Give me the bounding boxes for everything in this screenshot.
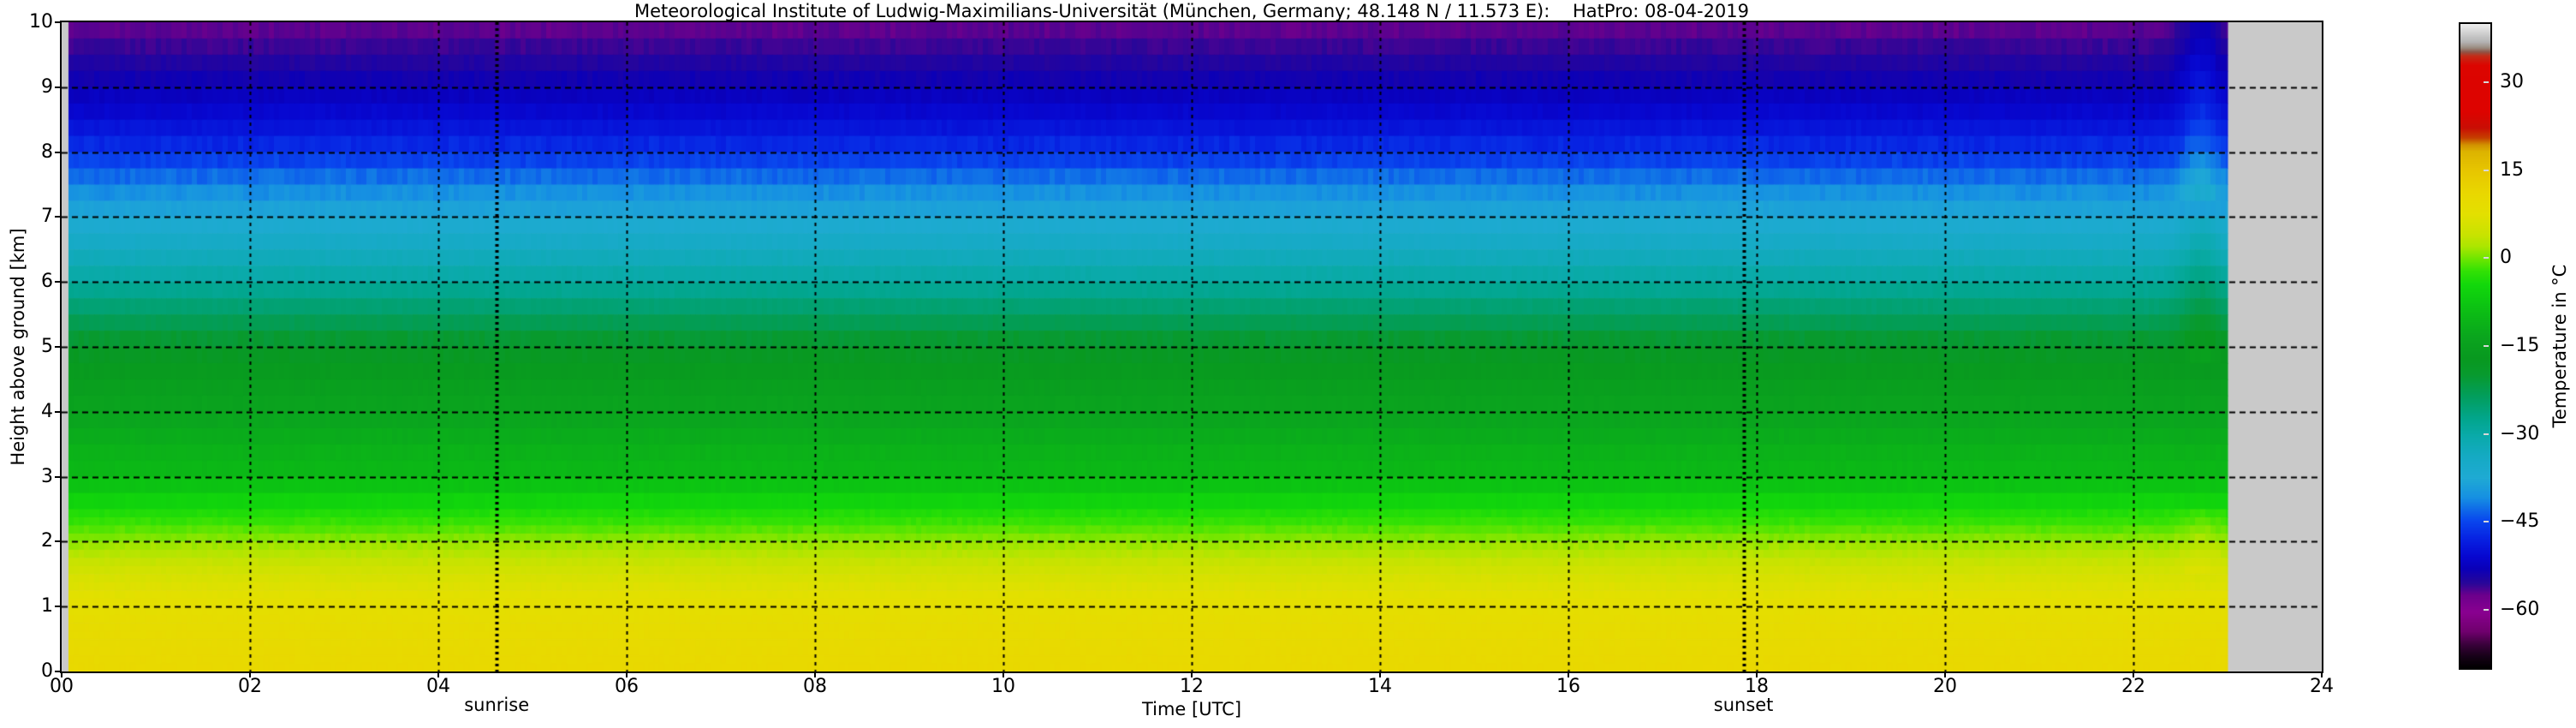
colorbar-tick-label: −45	[2500, 511, 2576, 532]
x-tick-label: 10	[973, 677, 1033, 697]
colorbar-tick-mark	[2484, 521, 2489, 522]
y-tick-label: 6	[0, 272, 53, 292]
y-tick-mark	[55, 87, 61, 88]
plot-area	[60, 21, 2323, 673]
colorbar-tick-mark	[2484, 81, 2489, 83]
colorbar-tick-mark	[2484, 257, 2489, 259]
colorbar-tick-label: 15	[2500, 160, 2576, 181]
colorbar-tick-label: 30	[2500, 72, 2576, 92]
x-axis-label: Time [UTC]	[62, 699, 2322, 719]
colorbar-tick-mark	[2484, 433, 2489, 435]
sunrise-annotation: sunrise	[428, 695, 565, 715]
y-tick-label: 2	[0, 531, 53, 552]
y-tick-label: 10	[0, 12, 53, 33]
y-tick-label: 7	[0, 206, 53, 227]
colorbar-tick-label: −60	[2500, 600, 2576, 620]
colorbar-tick-label: 0	[2500, 248, 2576, 268]
x-tick-label: 16	[1538, 677, 1598, 697]
x-tick-label: 04	[408, 677, 468, 697]
x-tick-label: 20	[1915, 677, 1975, 697]
colorbar-tick-mark	[2484, 170, 2489, 171]
y-tick-label: 1	[0, 596, 53, 617]
x-tick-label: 06	[597, 677, 657, 697]
colorbar-tick-label: −30	[2500, 424, 2576, 445]
x-tick-label: 22	[2103, 677, 2163, 697]
y-tick-mark	[55, 411, 61, 413]
y-tick-mark	[55, 21, 61, 23]
y-tick-mark	[55, 281, 61, 283]
x-tick-label: 02	[220, 677, 280, 697]
x-tick-label: 18	[1727, 677, 1787, 697]
sunset-annotation: sunset	[1675, 695, 1812, 715]
colorbar-tick-mark	[2484, 345, 2489, 347]
y-tick-label: 9	[0, 77, 53, 98]
x-tick-label: 14	[1350, 677, 1410, 697]
y-tick-mark	[55, 606, 61, 607]
colorbar-tick-mark	[2484, 609, 2489, 611]
temperature-heatmap-canvas	[62, 22, 2322, 671]
x-tick-label: 12	[1162, 677, 1222, 697]
y-tick-label: 8	[0, 142, 53, 163]
x-tick-label: 24	[2292, 677, 2352, 697]
y-tick-label: 4	[0, 402, 53, 422]
y-tick-label: 5	[0, 337, 53, 357]
y-tick-mark	[55, 346, 61, 348]
y-tick-mark	[55, 216, 61, 218]
y-tick-label: 3	[0, 467, 53, 487]
y-tick-mark	[55, 476, 61, 478]
figure: Meteorological Institute of Ludwig-Maxim…	[0, 0, 2576, 728]
y-tick-mark	[55, 671, 61, 672]
y-tick-mark	[55, 152, 61, 153]
x-tick-label: 00	[32, 677, 92, 697]
y-tick-mark	[55, 540, 61, 542]
chart-title: Meteorological Institute of Ludwig-Maxim…	[62, 1, 2322, 21]
colorbar-tick-label: −15	[2500, 336, 2576, 356]
x-tick-label: 08	[785, 677, 845, 697]
